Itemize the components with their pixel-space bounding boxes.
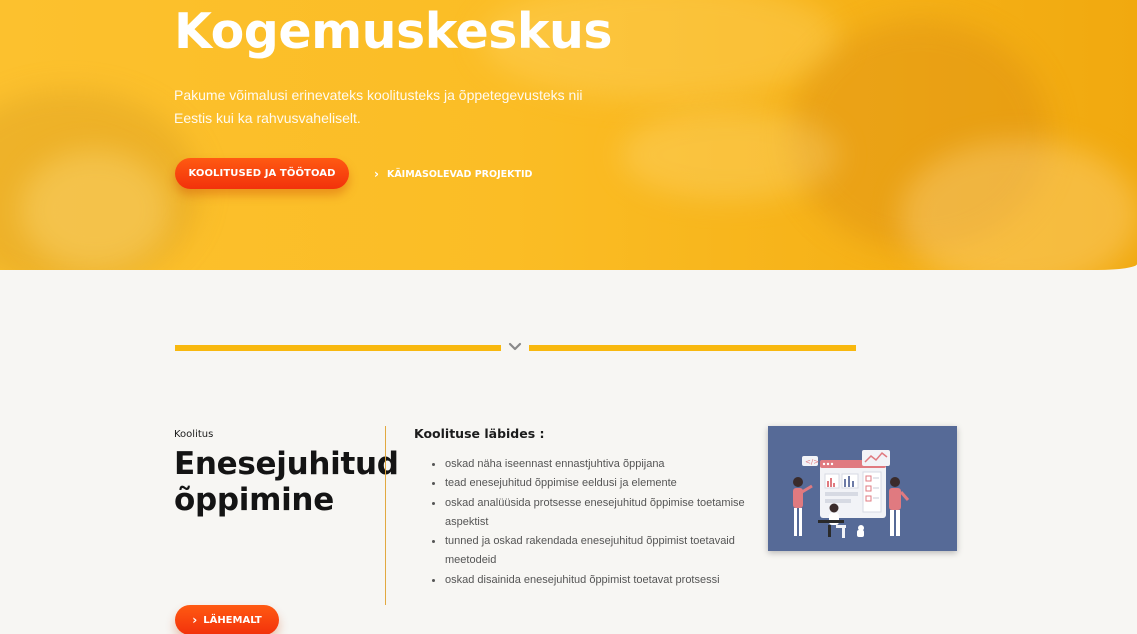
ongoing-projects-link[interactable]: › KÄIMASOLEVAD PROJEKTID bbox=[374, 166, 532, 182]
section-divider-left bbox=[175, 345, 501, 351]
list-item: oskad disainida enesejuhitud õppimist to… bbox=[430, 571, 760, 590]
trainings-workshops-label: KOOLITUSED JA TÖÖTOAD bbox=[188, 168, 336, 179]
trainings-workshops-button[interactable]: KOOLITUSED JA TÖÖTOAD bbox=[175, 158, 349, 189]
course-column-divider bbox=[385, 426, 386, 605]
list-item: oskad näha iseennast ennastjuhtiva õppij… bbox=[430, 455, 760, 474]
course-category-label: Koolitus bbox=[174, 429, 214, 440]
hero-background-shape bbox=[20, 150, 170, 270]
outcomes-heading: Koolituse läbides : bbox=[414, 426, 545, 441]
course-title: Enesejuhitud õppimine bbox=[174, 446, 399, 518]
section-divider-right bbox=[529, 345, 856, 351]
list-item: oskad analüüsida protsesse enesejuhitud … bbox=[430, 494, 760, 533]
team-dashboard-illustration: </> bbox=[793, 450, 910, 538]
list-item: tunned ja oskad rakendada enesejuhitud õ… bbox=[430, 532, 760, 571]
chevron-right-icon: › bbox=[192, 613, 198, 627]
hero-description: Pakume võimalusi erinevateks koolitustek… bbox=[174, 87, 583, 126]
chevron-right-icon: › bbox=[374, 167, 379, 181]
ongoing-projects-label: KÄIMASOLEVAD PROJEKTID bbox=[386, 168, 533, 180]
list-item: tead enesejuhitud õppimise eeldusi ja el… bbox=[430, 474, 760, 493]
hero-banner: Kogemuskeskus Pakume võimalusi erinevate… bbox=[0, 0, 1137, 270]
course-illustration: </> bbox=[768, 426, 957, 551]
outcomes-list: oskad näha iseennast ennastjuhtiva õppij… bbox=[430, 455, 760, 590]
chevron-down-icon[interactable] bbox=[506, 338, 524, 356]
hero-background-shape bbox=[620, 110, 840, 200]
hero-title: Kogemuskeskus bbox=[174, 3, 613, 60]
read-more-button[interactable]: › LÄHEMALT bbox=[175, 605, 279, 634]
read-more-label: LÄHEMALT bbox=[203, 614, 262, 626]
svg-text:</>: </> bbox=[805, 458, 819, 466]
